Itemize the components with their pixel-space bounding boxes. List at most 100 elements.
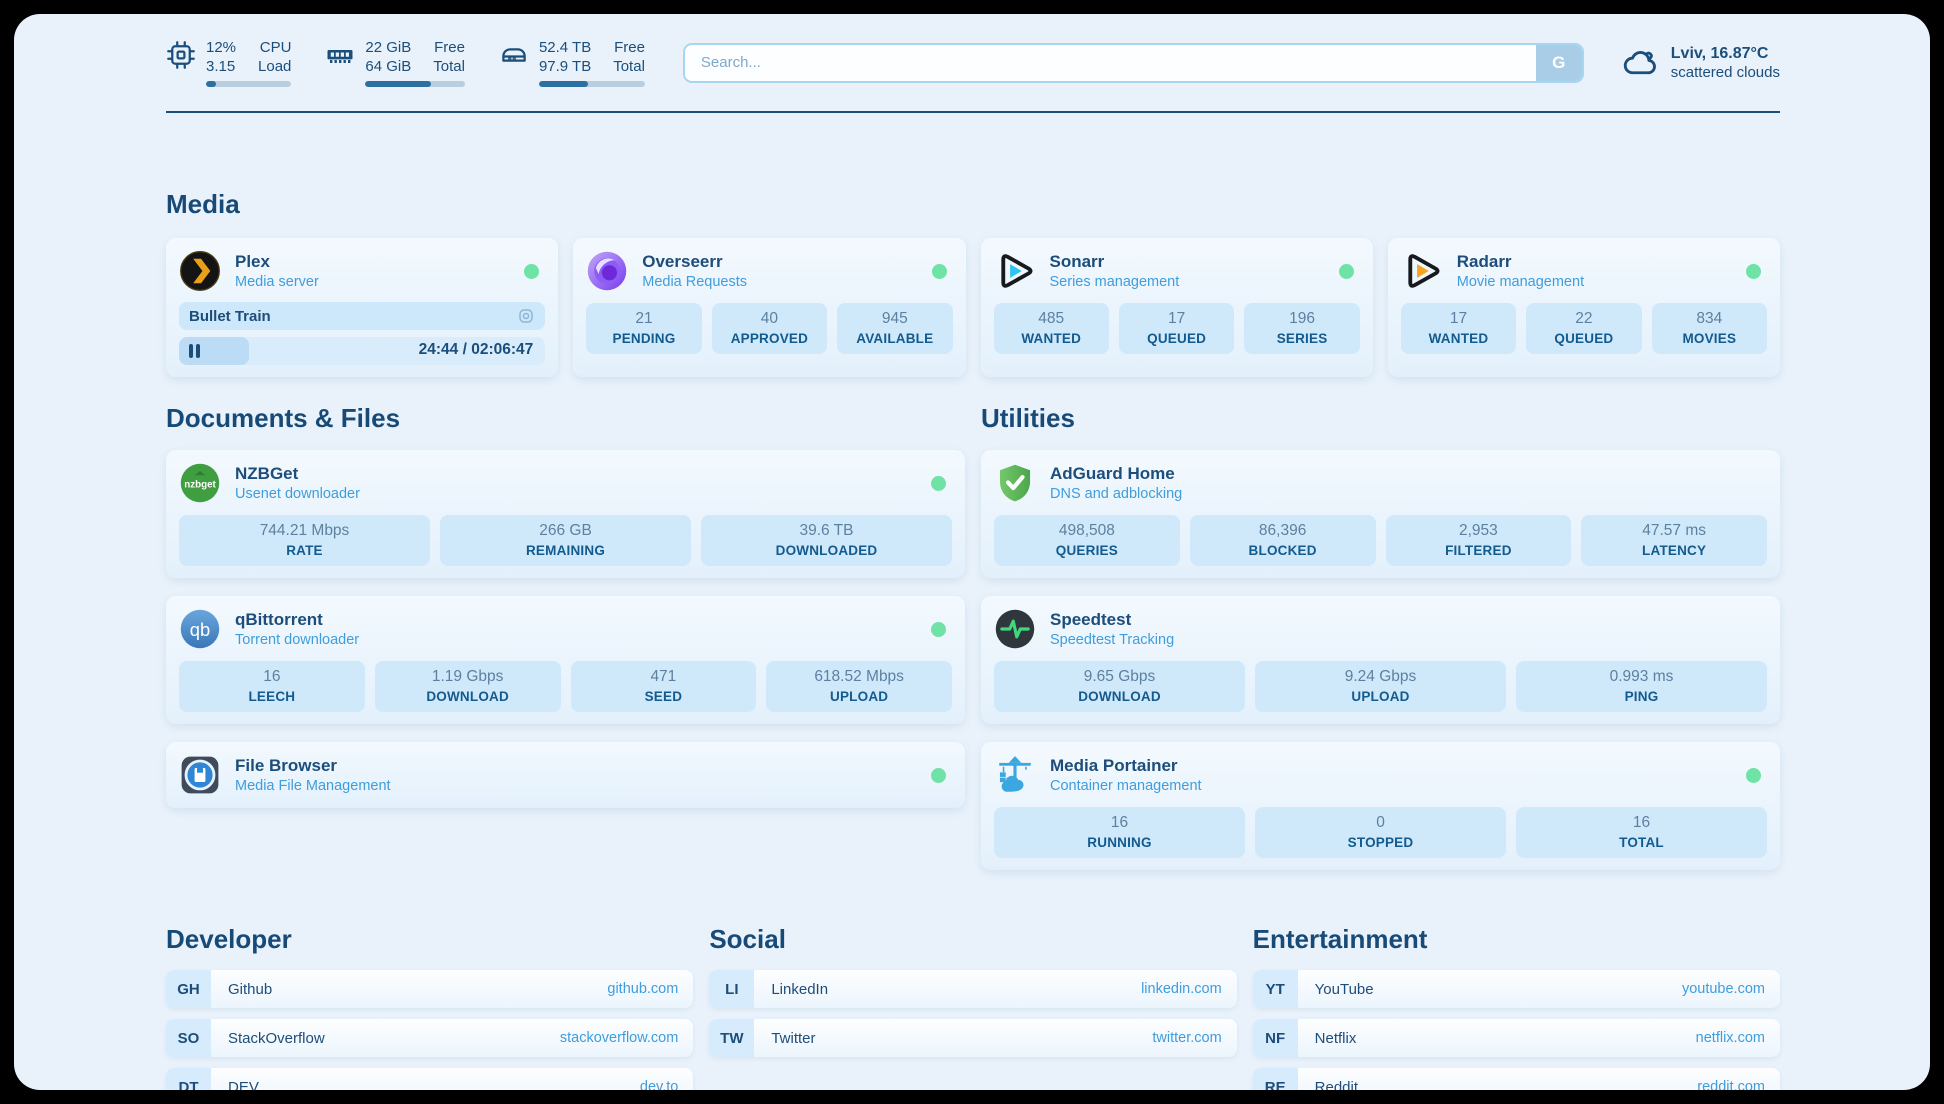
section-title-social: Social — [709, 924, 1236, 955]
filebrowser-card[interactable]: File Browser Media File Management — [166, 742, 965, 808]
cloud-icon — [1622, 45, 1658, 81]
app-name: Media Portainer — [1050, 756, 1202, 776]
radarr-card[interactable]: Radarr Movie management 17 WANTED 22 QUE… — [1388, 238, 1780, 377]
app-subtitle: DNS and adblocking — [1050, 486, 1182, 502]
ram-stat: 22 GiB Free 64 GiB Total — [325, 38, 465, 87]
stat-value: 945 — [839, 310, 950, 328]
stat-value: 2,953 — [1388, 522, 1570, 540]
cpu-progress-track — [206, 81, 291, 87]
ram-total-label: Total — [433, 57, 465, 76]
disk-free-label: Free — [613, 38, 645, 57]
stat-value: 471 — [573, 668, 755, 686]
link-row-reddit[interactable]: RE Reddit reddit.com — [1253, 1068, 1780, 1090]
app-name: Sonarr — [1050, 252, 1180, 272]
app-name: Overseerr — [642, 252, 747, 272]
stat-label: RUNNING — [996, 835, 1243, 850]
stat-tile: 21 PENDING — [586, 303, 701, 354]
section-title-utilities: Utilities — [981, 403, 1780, 434]
disk-progress-track — [539, 81, 645, 87]
link-row-netflix[interactable]: NF Netflix netflix.com — [1253, 1019, 1780, 1057]
cpu-chip-icon — [166, 40, 196, 70]
link-row-linkedin[interactable]: LI LinkedIn linkedin.com — [709, 970, 1236, 1008]
stat-value: 39.6 TB — [703, 522, 950, 540]
session-camera-icon — [517, 307, 535, 325]
status-dot — [1339, 264, 1354, 279]
stat-label: QUERIES — [996, 543, 1178, 558]
status-dot — [931, 768, 946, 783]
link-row-stackoverflow[interactable]: SO StackOverflow stackoverflow.com — [166, 1019, 693, 1057]
stat-tile: 266 GB REMAINING — [440, 515, 691, 566]
link-badge: RE — [1253, 1068, 1298, 1090]
entertainment-links-section: Entertainment YT YouTube youtube.com NF … — [1253, 924, 1780, 1090]
stat-tile: 16 LEECH — [179, 661, 365, 712]
stat-tile: 9.24 Gbps UPLOAD — [1255, 661, 1506, 712]
stat-label: APPROVED — [714, 331, 825, 346]
stat-value: 86,396 — [1192, 522, 1374, 540]
filebrowser-icon — [179, 754, 221, 796]
stat-value: 47.57 ms — [1583, 522, 1765, 540]
stat-label: DOWNLOAD — [377, 689, 559, 704]
stat-value: 196 — [1246, 310, 1357, 328]
plex-card[interactable]: Plex Media server Bullet Train — [166, 238, 558, 377]
stat-label: DOWNLOADED — [703, 543, 950, 558]
section-title-entertainment: Entertainment — [1253, 924, 1780, 955]
documents-column: Documents & Files nzbget NZBGet — [166, 403, 965, 870]
ram-icon — [325, 40, 355, 70]
svg-text:nzbget: nzbget — [184, 480, 216, 491]
stat-tile: 618.52 Mbps UPLOAD — [766, 661, 952, 712]
portainer-card[interactable]: Media Portainer Container management 16 … — [981, 742, 1780, 870]
sonarr-card[interactable]: Sonarr Series management 485 WANTED 17 Q… — [981, 238, 1373, 377]
link-row-github[interactable]: GH Github github.com — [166, 970, 693, 1008]
portainer-crane-icon — [994, 754, 1036, 796]
link-row-youtube[interactable]: YT YouTube youtube.com — [1253, 970, 1780, 1008]
stat-value: 0.993 ms — [1518, 668, 1765, 686]
link-badge: YT — [1253, 970, 1298, 1008]
stat-value: 9.24 Gbps — [1257, 668, 1504, 686]
app-subtitle: Speedtest Tracking — [1050, 632, 1174, 648]
speedtest-card[interactable]: Speedtest Speedtest Tracking 9.65 Gbps D… — [981, 596, 1780, 724]
app-subtitle: Usenet downloader — [235, 486, 360, 502]
status-dot — [932, 264, 947, 279]
overseerr-card[interactable]: Overseerr Media Requests 21 PENDING 40 A… — [573, 238, 965, 377]
app-subtitle: Media File Management — [235, 778, 391, 794]
section-title-documents: Documents & Files — [166, 403, 965, 434]
link-url: youtube.com — [1682, 981, 1765, 997]
stat-label: MOVIES — [1654, 331, 1765, 346]
link-row-twitter[interactable]: TW Twitter twitter.com — [709, 1019, 1236, 1057]
link-badge: DT — [166, 1068, 211, 1090]
stat-label: AVAILABLE — [839, 331, 950, 346]
search-engine-button[interactable]: G — [1536, 45, 1582, 81]
weather-condition: scattered clouds — [1671, 64, 1780, 81]
stat-value: 17 — [1403, 310, 1514, 328]
stat-label: WANTED — [996, 331, 1107, 346]
stat-tile: 16 RUNNING — [994, 807, 1245, 858]
app-name: File Browser — [235, 756, 391, 776]
nzbget-card[interactable]: nzbget NZBGet Usenet downloader 744.21 M… — [166, 450, 965, 578]
status-dot — [524, 264, 539, 279]
qbittorrent-card[interactable]: qb qBittorrent Torrent downloader 16 LEE… — [166, 596, 965, 724]
link-name: Reddit — [1315, 1079, 1358, 1090]
section-title-media: Media — [166, 189, 1780, 220]
link-url: twitter.com — [1152, 1030, 1221, 1046]
link-url: reddit.com — [1697, 1079, 1765, 1090]
disk-free-value: 52.4 TB — [539, 38, 591, 57]
link-row-dev[interactable]: DT DEV dev.to — [166, 1068, 693, 1090]
section-title-developer: Developer — [166, 924, 693, 955]
link-name: YouTube — [1315, 981, 1374, 998]
stat-label: SEED — [573, 689, 755, 704]
stat-tile: 498,508 QUERIES — [994, 515, 1180, 566]
stat-label: PENDING — [588, 331, 699, 346]
utilities-column: Utilities — [981, 403, 1780, 870]
cpu-progress-fill — [206, 81, 216, 87]
adguard-card[interactable]: AdGuard Home DNS and adblocking 498,508 … — [981, 450, 1780, 578]
stat-tile: 485 WANTED — [994, 303, 1109, 354]
hardware-stats: 12% CPU 3.15 Load — [166, 38, 645, 87]
link-url: stackoverflow.com — [560, 1030, 678, 1046]
app-name: Plex — [235, 252, 319, 272]
link-url: github.com — [607, 981, 678, 997]
link-url: dev.to — [640, 1079, 678, 1090]
search-input[interactable] — [683, 43, 1584, 83]
stat-label: STOPPED — [1257, 835, 1504, 850]
stat-value: 485 — [996, 310, 1107, 328]
app-subtitle: Container management — [1050, 778, 1202, 794]
